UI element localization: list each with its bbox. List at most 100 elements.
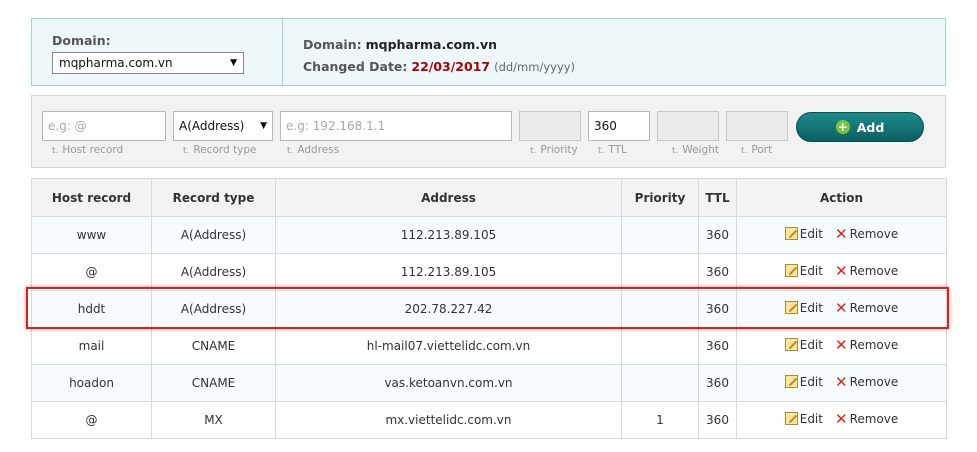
edit-icon [784,375,798,389]
cell-priority [621,364,699,402]
domain-info-line: Domain: mqpharma.com.vn [303,34,575,56]
remove-label: Remove [849,300,899,315]
row-actions: Edit ✕ Remove [784,224,898,243]
cell-ttl: 360 [698,290,737,328]
remove-icon: ✕ [834,335,848,354]
edit-label: Edit [799,226,823,241]
remove-button[interactable]: ✕ Remove [834,335,899,354]
header-priority: Priority [621,178,699,217]
cell-ttl: 360 [698,327,737,365]
row-actions: Edit ✕ Remove [784,335,899,354]
cell-action: Edit ✕ Remove [736,364,947,402]
domain-label: Domain: [52,33,111,48]
add-record-form: t.Host record A(Address) ▼ t.Record type… [31,95,946,168]
changed-date-line: Changed Date: 22/03/2017 (dd/mm/yyyy) [303,56,575,78]
remove-button[interactable]: ✕ Remove [834,224,898,243]
remove-button[interactable]: ✕ Remove [834,372,899,391]
ttl-input[interactable] [588,111,650,141]
cell-host: hddt [31,290,152,328]
header-host: Host record [31,178,152,217]
domain-info: Domain: mqpharma.com.vn Changed Date: 22… [283,19,575,85]
edit-label: Edit [799,263,823,278]
remove-icon: ✕ [834,298,848,317]
weight-input[interactable] [657,111,719,141]
cell-host: hoadon [31,364,152,402]
changed-date-label: Changed Date: [303,59,408,74]
cell-action: Edit ✕ Remove [736,216,947,254]
edit-button[interactable]: Edit [784,411,823,426]
edit-label: Edit [799,337,823,352]
port-input[interactable] [726,111,788,141]
dropdown-arrow-icon: ▼ [260,121,267,131]
remove-icon: ✕ [834,224,848,243]
host-field [42,111,166,141]
edit-label: Edit [799,411,823,426]
edit-button[interactable]: Edit [784,337,823,352]
table-row: hddt A(Address) 202.78.227.42 360 Edit ✕ Remov… [31,290,947,328]
edit-icon [784,264,798,278]
address-field [280,111,512,141]
priority-input[interactable] [519,111,581,141]
remove-button[interactable]: ✕ Remove [834,298,899,317]
edit-button[interactable]: Edit [784,374,823,389]
cell-host: @ [31,253,152,291]
info-domain-label: Domain: [303,37,362,52]
table-row: mail CNAME hl-mail07.viettelidc.com.vn 360 E… [31,327,947,365]
edit-label: Edit [799,300,823,315]
remove-label: Remove [849,337,899,352]
weight-hint: t. Weight [672,144,719,156]
cell-ttl: 360 [698,253,737,291]
domain-select-value: mqpharma.com.vn [59,56,173,70]
edit-icon [784,227,798,241]
cell-action: Edit ✕ Remove [736,253,947,291]
cell-ttl: 360 [698,401,737,439]
cell-priority: 1 [621,401,699,439]
table-row: hoadon CNAME vas.ketoanvn.com.vn 360 Edit ✕ Re… [31,364,947,402]
port-hint: t. Port [741,144,773,156]
cell-ttl: 360 [698,216,737,254]
port-field [726,111,788,141]
edit-icon [784,301,798,315]
remove-label: Remove [849,411,899,426]
remove-icon: ✕ [834,409,848,428]
priority-hint: t. Priority [530,144,578,156]
cell-type: A(Address) [151,216,276,254]
header-ttl: TTL [698,178,737,217]
cell-priority [621,253,699,291]
cell-ttl: 360 [698,364,737,402]
cell-action: Edit ✕ Remove [736,327,947,365]
table-row: @ MX mx.viettelidc.com.vn 1 360 Edit ✕ Remove [31,401,947,439]
host-hint: t. Host record [52,144,124,156]
ttl-hint: t. TTL [598,144,627,156]
address-input[interactable] [280,111,512,141]
cell-address: vas.ketoanvn.com.vn [275,364,622,402]
edit-button[interactable]: Edit [784,300,823,315]
info-domain-value: mqpharma.com.vn [365,37,498,52]
address-hint: t. Address [287,144,340,156]
cell-host: mail [31,327,152,365]
edit-button[interactable]: Edit [784,226,823,241]
row-actions: Edit ✕ Remove [784,298,899,317]
ttl-field [588,111,650,141]
cell-host: @ [31,401,152,439]
changed-date-value: 22/03/2017 [411,59,491,74]
add-button[interactable]: + Add [796,112,924,142]
domain-select[interactable]: mqpharma.com.vn ▼ [52,52,244,74]
header-address: Address [275,178,622,217]
cell-type: A(Address) [151,253,276,291]
remove-button[interactable]: ✕ Remove [835,263,899,278]
remove-label: Remove [849,374,899,389]
table-header-row: Host record Record type Address Priority… [31,178,947,217]
remove-label: Remove [849,263,899,278]
remove-button[interactable]: ✕ Remove [834,409,899,428]
record-type-select[interactable]: A(Address) ▼ [173,111,273,141]
host-record-input[interactable] [42,111,166,141]
edit-label: Edit [799,374,823,389]
edit-button[interactable]: Edit [784,263,823,278]
cell-address: 202.78.227.42 [275,290,622,328]
row-actions: Edit ✕ Remove [784,263,899,278]
add-button-label: Add [856,119,885,135]
weight-field [657,111,719,141]
records-table: Host record Record type Address Priority… [31,178,947,439]
remove-icon: ✕ [834,372,848,391]
